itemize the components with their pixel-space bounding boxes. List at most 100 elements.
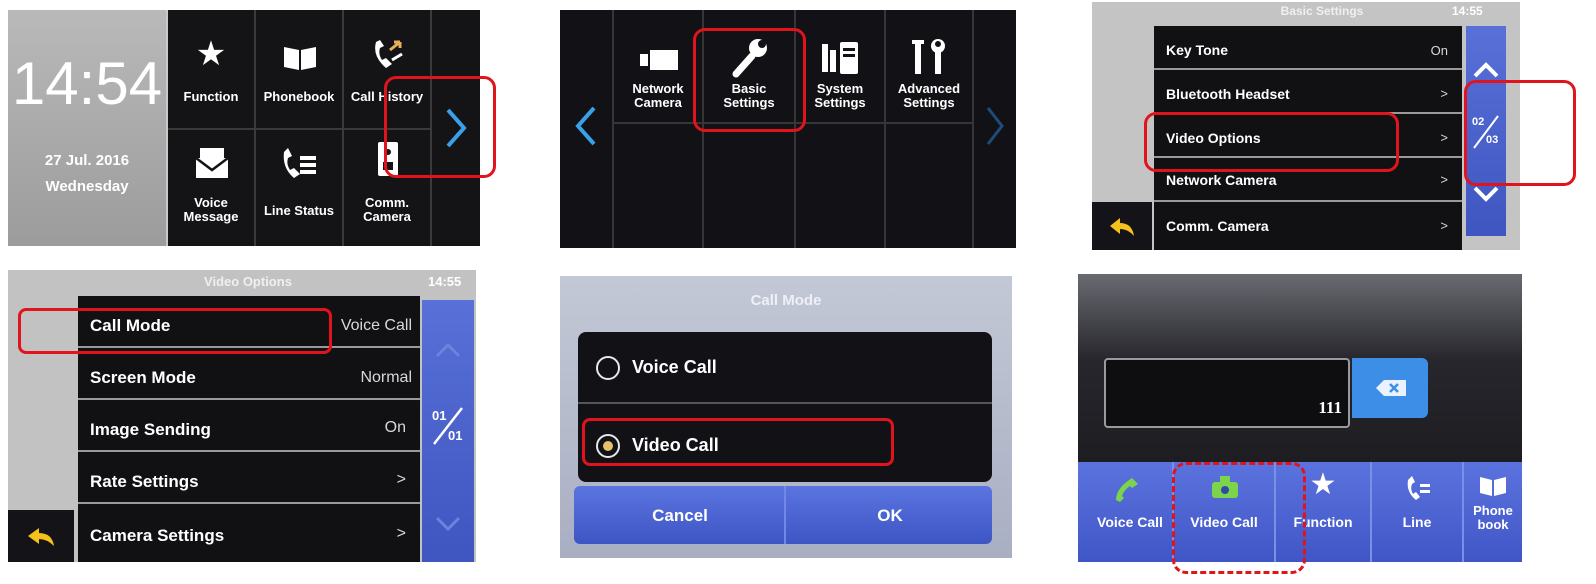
system-settings-icon xyxy=(818,40,862,76)
tile-system-settings[interactable]: System Settings xyxy=(796,10,884,122)
page-current: 01 xyxy=(432,408,447,423)
radio-unselected-icon xyxy=(596,356,620,380)
list-item-label: Rate Settings xyxy=(90,472,199,491)
highlight-video-options xyxy=(1144,112,1399,172)
tools-icon xyxy=(908,38,950,76)
list-item-comm-camera[interactable]: Comm. Camera > xyxy=(1154,204,1462,248)
option-voice-call[interactable]: Voice Call xyxy=(578,332,992,404)
tile-comm-camera-label: Comm. Camera xyxy=(363,195,411,224)
tile-advanced-settings-label: Advanced Settings xyxy=(897,81,961,110)
highlight-basic-settings xyxy=(693,28,806,132)
tile-voice-message-label: Voice Message xyxy=(183,195,239,224)
list-item-value: > xyxy=(1440,130,1448,145)
page-scroller: 01 01 xyxy=(422,300,474,562)
tile-line-status[interactable]: Line Status xyxy=(256,130,342,246)
highlight-video-call-option xyxy=(582,418,894,466)
back-arrow-icon xyxy=(1108,216,1136,238)
scroll-down-button[interactable] xyxy=(1472,184,1500,204)
tile-function-label: Function xyxy=(183,89,239,104)
page-indicator: 01 01 xyxy=(428,404,468,448)
list-item-value: > xyxy=(396,471,406,488)
scroll-down-button[interactable] xyxy=(434,514,462,534)
phonebook-label: Phone book xyxy=(1473,503,1513,532)
screen-title: Video Options xyxy=(204,274,292,289)
list-item-label: Comm. Camera xyxy=(1166,218,1269,234)
chevron-left-icon xyxy=(574,106,598,146)
option-label: Voice Call xyxy=(632,357,717,377)
cancel-button-label: Cancel xyxy=(652,506,708,525)
list-item-label: Image Sending xyxy=(90,420,211,439)
back-button[interactable] xyxy=(1092,202,1152,250)
list-item-image-sending[interactable]: Image Sending On xyxy=(78,404,420,452)
list-item-value: On xyxy=(1430,43,1448,58)
handset-icon xyxy=(1112,474,1142,504)
ok-button[interactable]: OK xyxy=(788,486,992,544)
line-icon xyxy=(1404,472,1432,502)
screen-time: 14:55 xyxy=(428,274,462,289)
dialog-title: Call Mode xyxy=(750,292,822,309)
list-item-key-tone[interactable]: Key Tone On xyxy=(1154,30,1462,70)
voice-call-label: Voice Call xyxy=(1097,514,1163,530)
chevron-up-icon xyxy=(435,342,461,358)
envelope-icon xyxy=(194,146,230,180)
tile-phonebook[interactable]: Phonebook xyxy=(256,10,342,128)
panel-call-mode: Call Mode Voice Call Video Call Cancel O… xyxy=(560,276,1012,558)
dialed-number: 111 xyxy=(1318,398,1342,417)
back-arrow-icon xyxy=(26,526,56,548)
number-display: 111 xyxy=(1104,358,1350,428)
tile-system-settings-label: System Settings xyxy=(814,81,866,110)
list-item-screen-mode[interactable]: Screen Mode Normal xyxy=(78,352,420,400)
list-item-rate-settings[interactable]: Rate Settings > xyxy=(78,456,420,504)
back-button[interactable] xyxy=(8,510,74,562)
scroll-up-button[interactable] xyxy=(1472,60,1500,80)
list-item-value: Voice Call xyxy=(340,317,412,334)
list-item-label: Bluetooth Headset xyxy=(1166,86,1290,102)
tile-advanced-settings[interactable]: Advanced Settings xyxy=(886,10,972,122)
screen-title: Basic Settings xyxy=(1280,4,1364,18)
highlight-call-mode xyxy=(18,308,332,354)
list-item-value: > xyxy=(1440,86,1448,101)
clock-date: 27 Jul. 2016 xyxy=(44,152,130,169)
screen-time: 14:55 xyxy=(1452,4,1483,18)
highlight-video-call-button xyxy=(1172,462,1306,574)
voice-call-button[interactable]: Voice Call xyxy=(1078,462,1172,562)
list-item-value: > xyxy=(1440,172,1448,187)
clock-weekday: Wednesday xyxy=(45,178,129,195)
list-item-value: Normal xyxy=(360,369,412,386)
next-page-button-faded[interactable] xyxy=(974,10,1016,248)
cancel-button[interactable]: Cancel xyxy=(574,486,786,544)
tile-line-status-label: Line Status xyxy=(263,203,335,218)
highlight-next-page xyxy=(384,76,496,178)
list-item-label: Network Camera xyxy=(1166,172,1277,188)
chevron-up-icon xyxy=(1473,62,1499,78)
list-item-label: Camera Settings xyxy=(90,526,225,545)
list-item-value: > xyxy=(1440,218,1448,233)
scroll-up-button[interactable] xyxy=(434,340,462,360)
backspace-icon xyxy=(1374,378,1408,398)
clock-area: 14:54 27 Jul. 2016 Wednesday xyxy=(8,10,166,246)
highlight-page-indicator xyxy=(1464,80,1576,186)
star-icon: ★ xyxy=(195,35,227,73)
phonebook-button[interactable]: Phone book xyxy=(1464,462,1522,562)
prev-page-button[interactable] xyxy=(560,10,612,248)
dialog-buttons: Cancel OK xyxy=(574,486,992,544)
chevron-down-icon xyxy=(1473,186,1499,202)
list-item-value: On xyxy=(384,419,406,436)
book-icon xyxy=(1478,474,1508,498)
list-item-value: > xyxy=(396,525,406,542)
line-button[interactable]: Line xyxy=(1372,462,1462,562)
tile-function[interactable]: ★ Function xyxy=(168,10,254,128)
tile-phonebook-label: Phonebook xyxy=(263,89,335,104)
list-item-bluetooth-headset[interactable]: Bluetooth Headset > xyxy=(1154,72,1462,114)
backspace-button[interactable] xyxy=(1352,358,1428,418)
network-camera-icon xyxy=(636,46,680,74)
tile-voice-message[interactable]: Voice Message xyxy=(168,130,254,246)
tile-network-camera[interactable]: Network Camera xyxy=(614,10,702,122)
chevron-right-icon xyxy=(984,106,1006,146)
page-total: 01 xyxy=(448,428,463,443)
call-history-icon xyxy=(370,36,406,72)
ok-button-label: OK xyxy=(877,506,903,525)
phone-list-icon xyxy=(280,144,320,180)
list-item-camera-settings[interactable]: Camera Settings > xyxy=(78,508,420,560)
tile-network-camera-label: Network Camera xyxy=(632,81,684,110)
